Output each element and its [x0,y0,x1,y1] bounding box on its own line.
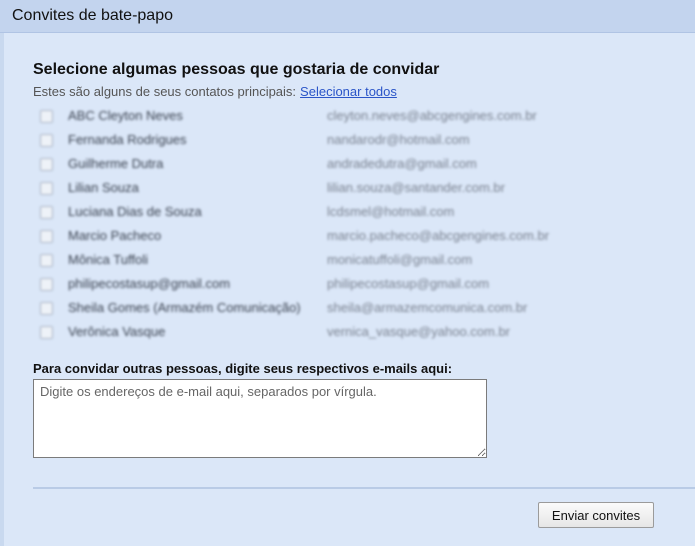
contact-checkbox[interactable] [40,206,53,219]
contact-email: monicatuffoli@gmail.com [327,252,473,267]
invite-prompt: Para convidar outras pessoas, digite seu… [33,361,453,376]
contact-row[interactable]: Guilherme Dutra andradedutra@gmail.com [37,153,657,177]
contacts-subtitle: Estes são alguns de seus contatos princi… [33,84,397,99]
chat-invite-dialog: Convites de bate-papo Selecione algumas … [0,0,695,546]
contact-row[interactable]: philipecostasup@gmail.com philipecostasup… [37,273,657,297]
contact-email: cleyton.neves@abcgengines.com.br [327,108,537,123]
contacts-subtitle-text: Estes são alguns de seus contatos princi… [33,84,297,99]
contact-row[interactable]: Fernanda Rodrigues nandarodr@hotmail.com [37,129,657,153]
contact-checkbox[interactable] [40,254,53,267]
contact-checkbox[interactable] [40,134,53,147]
footer-divider [33,487,695,489]
contact-checkbox[interactable] [40,278,53,291]
contact-checkbox[interactable] [40,158,53,171]
send-invites-button[interactable]: Enviar convites [538,502,654,528]
contact-row[interactable]: Luciana Dias de Souza lcdsmel@hotmail.com [37,201,657,225]
contact-email: lilian.souza@santander.com.br [327,180,505,195]
dialog-titlebar: Convites de bate-papo [0,0,695,33]
contact-checkbox[interactable] [40,326,53,339]
page-heading: Selecione algumas pessoas que gostaria d… [33,61,440,78]
contact-name: Guilherme Dutra [68,156,164,171]
dialog-title: Convites de bate-papo [12,7,173,24]
contact-name: Marcio Pacheco [68,228,162,243]
invite-emails-input[interactable] [33,379,487,458]
contact-checkbox[interactable] [40,230,53,243]
contact-name: Verônica Vasque [68,324,166,339]
contact-email: nandarodr@hotmail.com [327,132,470,147]
contact-checkbox[interactable] [40,302,53,315]
contact-email: marcio.pacheco@abcgengines.com.br [327,228,550,243]
contact-list: ABC Cleyton Neves cleyton.neves@abcgengin… [37,105,657,345]
contact-email: philipecostasup@gmail.com [327,276,490,291]
contact-email: lcdsmel@hotmail.com [327,204,455,219]
contact-row[interactable]: Lilian Souza lilian.souza@santander.com.b… [37,177,657,201]
contact-email: andradedutra@gmail.com [327,156,477,171]
contact-row[interactable]: Sheila Gomes (Armazém Comunicação) sheila… [37,297,657,321]
contact-name: philipecostasup@gmail.com [68,276,231,291]
contact-row[interactable]: Mônica Tuffoli monicatuffoli@gmail.com [37,249,657,273]
contact-email: sheila@armazemcomunica.com.br [327,300,528,315]
contact-checkbox[interactable] [40,182,53,195]
contact-row[interactable]: ABC Cleyton Neves cleyton.neves@abcgengin… [37,105,657,129]
select-all-link[interactable]: Selecionar todos [300,84,397,99]
dialog-content: Selecione algumas pessoas que gostaria d… [4,33,695,546]
contact-name: Fernanda Rodrigues [68,132,187,147]
contact-name: ABC Cleyton Neves [68,108,183,123]
contact-row[interactable]: Marcio Pacheco marcio.pacheco@abcgengines… [37,225,657,249]
contact-name: Lilian Souza [68,180,139,195]
contact-row[interactable]: Verônica Vasque vernica_vasque@yahoo.com.… [37,321,657,345]
contact-name: Sheila Gomes (Armazém Comunicação) [68,300,301,315]
contact-email: vernica_vasque@yahoo.com.br [327,324,511,339]
contact-name: Luciana Dias de Souza [68,204,202,219]
contact-checkbox[interactable] [40,110,53,123]
contact-name: Mônica Tuffoli [68,252,148,267]
